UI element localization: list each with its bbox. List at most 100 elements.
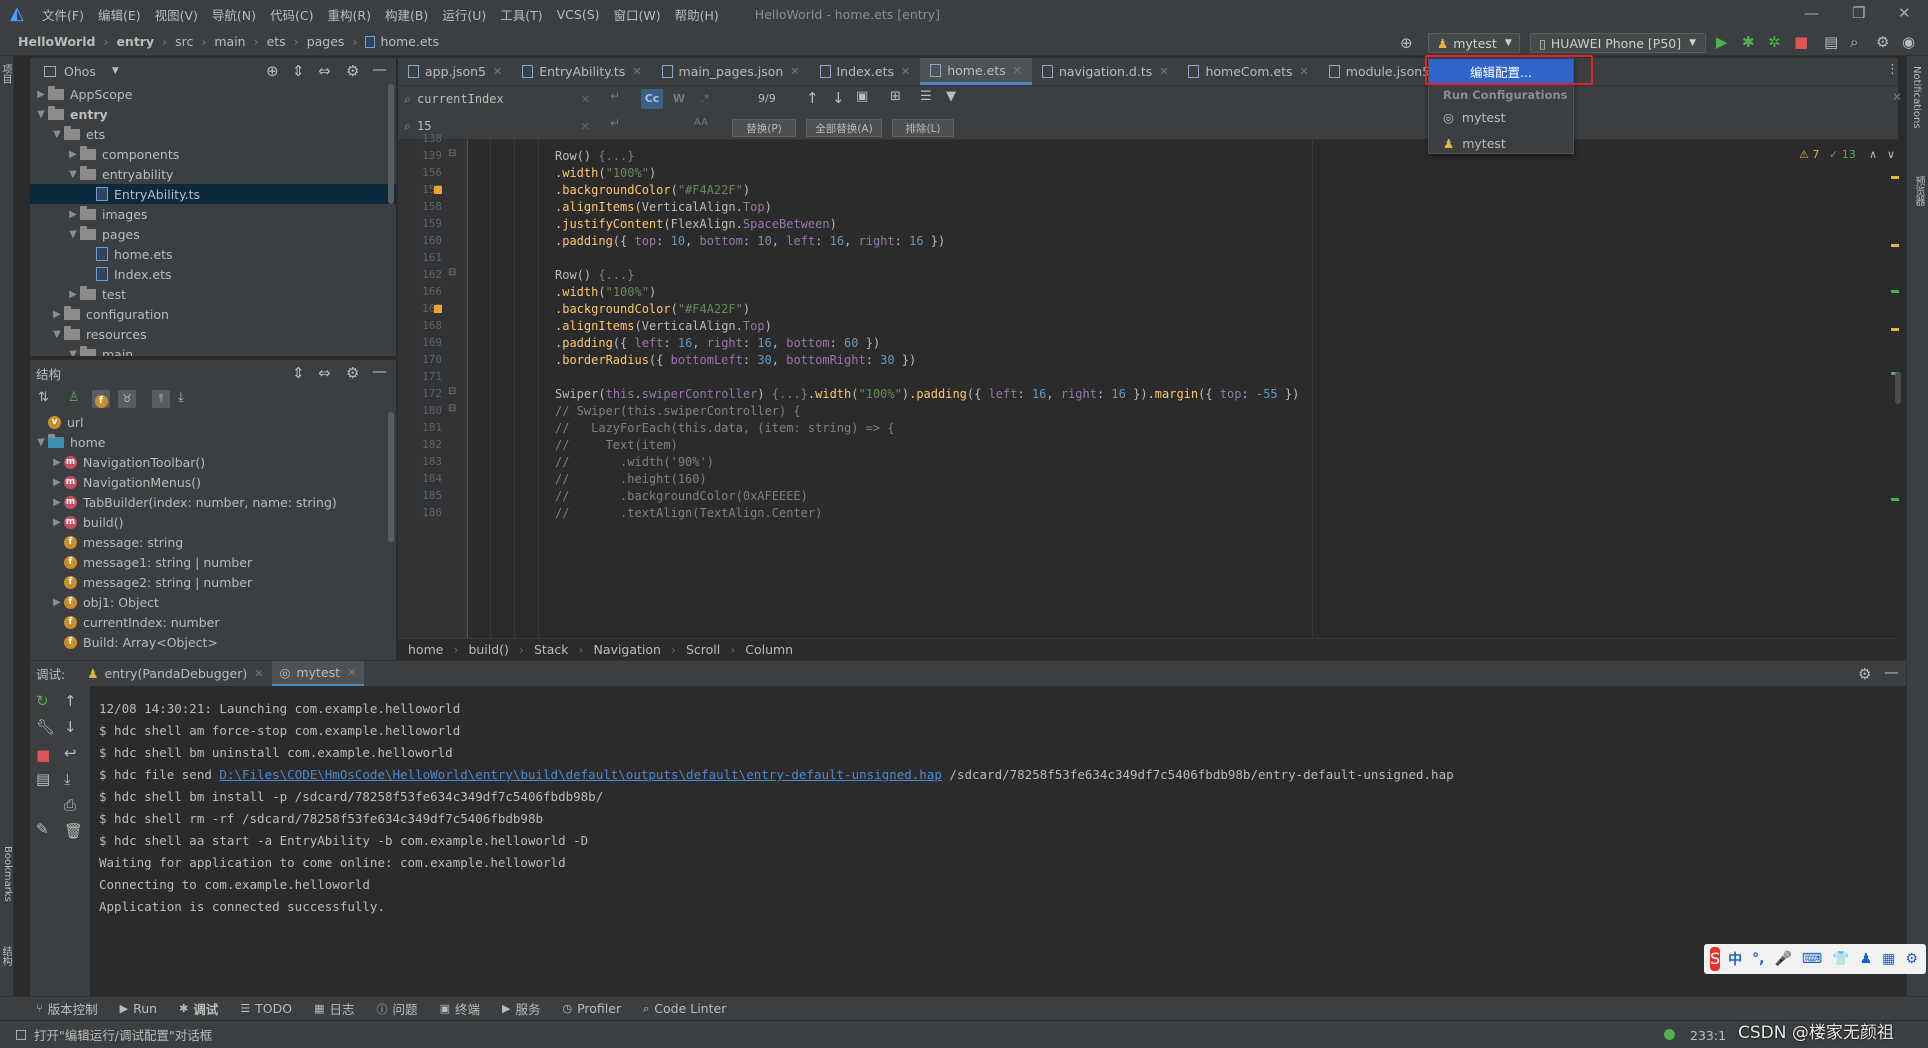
ime-item[interactable]: ⌨ <box>1802 951 1822 967</box>
wrench-icon[interactable]: 🔧︎ <box>36 718 55 736</box>
project-tree-item[interactable]: home.ets <box>30 244 396 264</box>
structure-tree-item[interactable]: f message: string <box>30 532 396 552</box>
code-breadcrumb-item[interactable]: Stack <box>534 642 569 657</box>
menu-item[interactable]: VCS(S) <box>557 7 600 22</box>
rerun-icon[interactable]: ↻ <box>36 692 49 710</box>
new-line-icon[interactable]: ↵ <box>610 89 620 103</box>
chevron-right-icon[interactable]: ▶ <box>50 517 64 528</box>
replace-button[interactable]: 替换(P) <box>732 119 796 137</box>
error-stripe-mark[interactable] <box>1891 328 1899 331</box>
bookmarks-tool-tab[interactable]: Bookmarks <box>0 846 13 902</box>
code-breadcrumb-item[interactable]: Navigation <box>594 642 661 657</box>
project-tree-item[interactable]: ▶ configuration <box>30 304 396 324</box>
show-inherited-toggle[interactable]: ♉ <box>118 390 136 408</box>
scroll-to-end-icon[interactable]: ⤓ <box>64 770 71 788</box>
structure-tree-item[interactable]: ▼ home <box>30 432 396 452</box>
close-tab-icon[interactable]: ✕ <box>632 65 641 78</box>
settings-icon[interactable]: ⚙ <box>1876 33 1889 51</box>
debug-tab[interactable]: ♟ entry(PandaDebugger) ✕ <box>79 661 271 687</box>
color-swatch-icon[interactable] <box>434 186 442 194</box>
previous-highlight-icon[interactable]: ∧ <box>1869 148 1877 161</box>
breadcrumb-item[interactable]: pages <box>307 34 345 49</box>
fold-marker-icon[interactable]: ⊟ <box>448 267 456 278</box>
weak-warning-count-badge[interactable]: ✓ 13 <box>1829 148 1856 161</box>
hide-panel-icon[interactable]: — <box>1884 663 1899 681</box>
structure-tree-item[interactable]: f message1: string | number <box>30 552 396 572</box>
exclude-button[interactable]: 排除(L) <box>892 119 954 137</box>
ime-item[interactable]: 中 <box>1728 949 1742 969</box>
chevron-down-icon[interactable]: ▼ <box>50 329 64 340</box>
project-tree-item[interactable]: ▶ images <box>30 204 396 224</box>
attach-debugger-icon[interactable]: ✲ <box>1768 33 1781 51</box>
chevron-right-icon[interactable]: ▶ <box>66 149 80 160</box>
structure-tree-item[interactable]: ▶ f obj1: Object <box>30 592 396 612</box>
structure-tree-item[interactable]: ▶ m NavigationMenus() <box>30 472 396 492</box>
breadcrumb-item[interactable]: ets <box>267 34 286 49</box>
minimize-icon[interactable]: — <box>1804 4 1819 22</box>
fold-marker-icon[interactable]: ⊟ <box>448 386 456 397</box>
error-stripe-mark[interactable] <box>1891 498 1899 501</box>
select-all-occurrences-icon[interactable]: ▣ <box>856 89 868 104</box>
structure-tree-item[interactable]: v url <box>30 412 396 432</box>
menu-item[interactable]: 构建(B) <box>385 5 428 24</box>
gear-icon[interactable]: ⚙ <box>346 62 359 80</box>
hide-panel-icon[interactable]: — <box>372 362 387 380</box>
expand-all-icon[interactable]: ⇕ <box>292 364 305 382</box>
chevron-right-icon[interactable]: ▶ <box>50 309 64 320</box>
debug-icon[interactable]: ✱ <box>1742 33 1755 51</box>
regex-toggle[interactable]: .* <box>694 89 716 109</box>
stop-icon[interactable]: ■ <box>1794 33 1808 51</box>
chevron-down-icon[interactable]: ▼ <box>112 66 119 76</box>
structure-scrollbar[interactable] <box>388 412 394 542</box>
error-stripe-mark[interactable] <box>1891 176 1899 179</box>
editor-tab[interactable]: homeCom.ets ✕ <box>1178 58 1318 85</box>
project-tool-tab[interactable]: 项目 <box>0 64 13 84</box>
menu-item[interactable]: 视图(V) <box>155 5 198 24</box>
clear-replace-icon[interactable]: ✕ <box>581 120 590 133</box>
close-tab-icon[interactable]: ✕ <box>1013 64 1022 77</box>
project-tree-item[interactable]: EntryAbility.ts <box>30 184 396 204</box>
project-tree-item[interactable]: ▼ main <box>30 344 396 356</box>
editor-scrollbar[interactable] <box>1895 372 1901 404</box>
error-stripe-mark[interactable] <box>1891 244 1899 247</box>
restore-icon[interactable]: ❐ <box>1852 4 1865 22</box>
project-tree-item[interactable]: ▼ ets <box>30 124 396 144</box>
editor-tab[interactable]: Index.ets ✕ <box>810 58 921 85</box>
chevron-right-icon[interactable]: ▶ <box>50 497 64 508</box>
show-fields-toggle[interactable]: f <box>92 390 110 408</box>
gear-icon[interactable]: ⚙ <box>346 364 359 382</box>
color-swatch-icon[interactable] <box>434 305 442 313</box>
structure-tree-item[interactable]: f currentIndex: number <box>30 612 396 632</box>
previewer-tool-tab[interactable]: 预览器 <box>1911 176 1926 206</box>
project-tree-item[interactable]: Index.ets <box>30 264 396 284</box>
device-select[interactable]: ▯ HUAWEI Phone [P50] ▼ <box>1530 33 1706 53</box>
chevron-right-icon[interactable]: ▶ <box>66 209 80 220</box>
menu-item[interactable]: 窗口(W) <box>614 5 661 24</box>
structure-tree-item[interactable]: f Build: Array<Object> <box>30 632 396 652</box>
ime-item[interactable]: 👕 <box>1832 951 1849 967</box>
project-tree-item[interactable]: ▶ test <box>30 284 396 304</box>
code-breadcrumb-item[interactable]: Column <box>745 642 793 657</box>
structure-tree-item[interactable]: ▶ m NavigationToolbar() <box>30 452 396 472</box>
structure-tree-item[interactable]: ▶ m build() <box>30 512 396 532</box>
ime-item[interactable]: °, <box>1752 951 1764 967</box>
project-view-label[interactable]: Ohos <box>64 64 96 79</box>
chevron-down-icon[interactable]: ▼ <box>66 169 80 180</box>
bottom-tool-button[interactable]: ✱ 调试 <box>179 999 218 1018</box>
chevron-right-icon[interactable]: ▶ <box>50 477 64 488</box>
autoscroll-to-source-toggle[interactable]: ⤒ <box>152 390 170 408</box>
whole-words-toggle[interactable]: W <box>668 89 690 109</box>
match-case-toggle[interactable]: Cc <box>641 89 663 109</box>
ime-item[interactable]: 🎤 <box>1774 951 1791 967</box>
filter-in-selection-icon[interactable]: ⊞ <box>890 89 901 104</box>
multiline-icon[interactable]: ☰ <box>920 89 932 104</box>
previous-match-icon[interactable]: ↑ <box>806 89 819 107</box>
sogou-logo-icon[interactable]: S <box>1710 947 1721 971</box>
code-breadcrumb-item[interactable]: Scroll <box>686 642 720 657</box>
collapse-all-icon[interactable]: ⇔ <box>318 62 331 80</box>
stop-icon[interactable]: ■ <box>36 746 50 764</box>
replace-new-line-icon[interactable]: ↵ <box>610 116 620 130</box>
search-input[interactable]: currentIndex <box>417 92 504 106</box>
filter-icon[interactable]: ▼ <box>946 89 956 104</box>
editor-tab[interactable]: home.ets ✕ <box>920 58 1032 85</box>
